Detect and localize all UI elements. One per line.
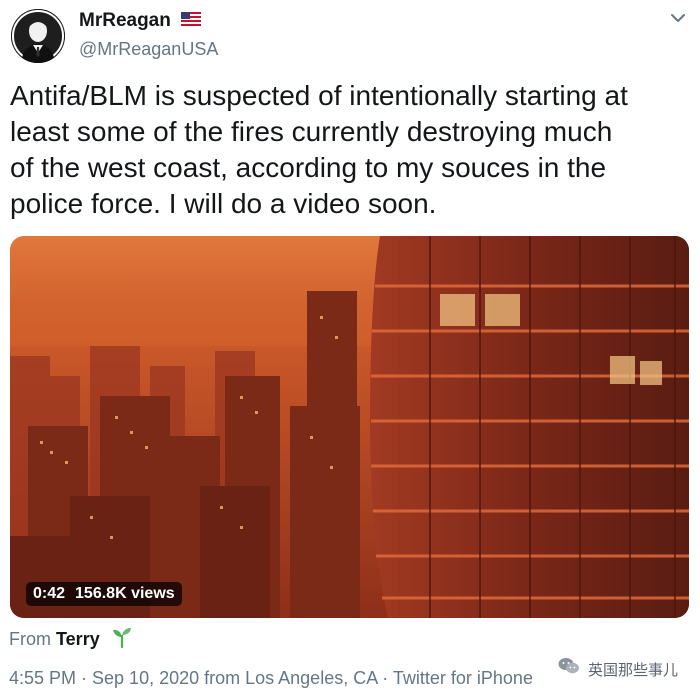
watermark-text: 英国那些事儿 bbox=[587, 662, 678, 679]
tweet-text: Antifa/BLM is suspected of intentionally… bbox=[10, 80, 628, 219]
tweet-header: MrReagan @MrReaganUSA bbox=[8, 6, 692, 68]
handle[interactable]: @MrReaganUSA bbox=[79, 37, 218, 61]
sprout-icon bbox=[111, 626, 133, 653]
video-player[interactable]: 0:42 156.8K views bbox=[10, 236, 689, 618]
wechat-icon bbox=[558, 657, 580, 685]
video-badge: 0:42 156.8K views bbox=[26, 582, 182, 606]
reagan-portrait-avatar bbox=[11, 9, 65, 63]
tweet-metadata[interactable]: 4:55 PM · Sep 10, 2020 from Los Angeles,… bbox=[9, 667, 533, 689]
us-flag-icon bbox=[181, 11, 202, 31]
watermark: 英国那些事儿 bbox=[553, 657, 678, 685]
attribution-prefix: From bbox=[9, 629, 51, 649]
video-views: 156.8K views bbox=[75, 585, 175, 602]
attribution-user[interactable]: Terry bbox=[56, 629, 100, 649]
media-attribution: From Terry bbox=[9, 626, 133, 653]
avatar[interactable] bbox=[11, 9, 65, 63]
video-thumbnail bbox=[10, 236, 689, 618]
chevron-down-icon[interactable] bbox=[666, 6, 690, 30]
video-duration: 0:42 bbox=[33, 585, 66, 602]
display-name[interactable]: MrReagan bbox=[79, 9, 171, 33]
